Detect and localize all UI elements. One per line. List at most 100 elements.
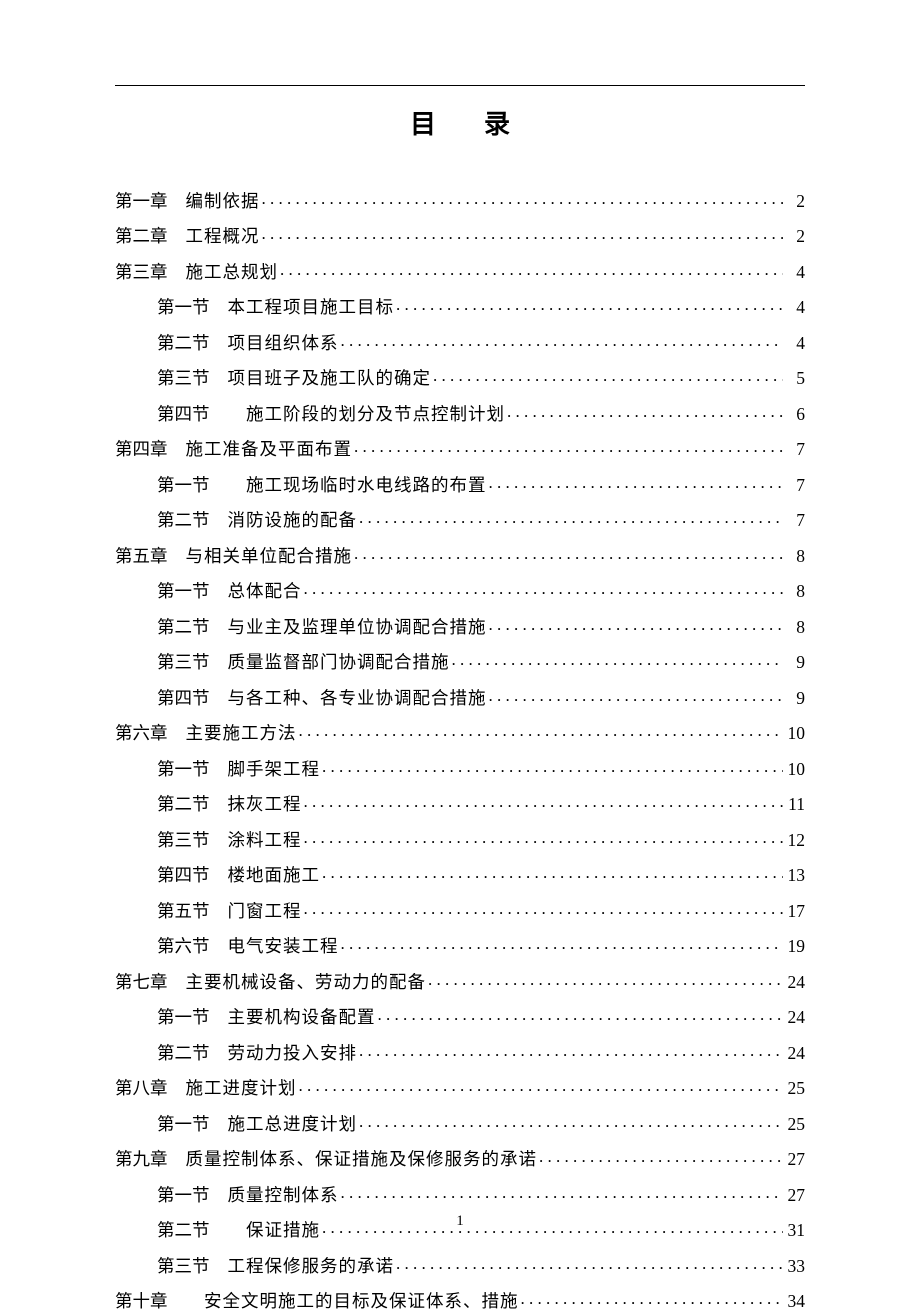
toc-entry[interactable]: 第三章施工总规划4 <box>115 260 805 281</box>
header-rule <box>115 85 805 86</box>
toc-entry[interactable]: 第六章主要施工方法10 <box>115 722 805 743</box>
toc-entry[interactable]: 第一节主要机构设备配置24 <box>115 1006 805 1027</box>
toc-chapter-label: 第九章 <box>115 1151 168 1169</box>
toc-chapter-label: 第三节 <box>157 1258 210 1276</box>
toc-entry[interactable]: 第七章主要机械设备、劳动力的配备24 <box>115 970 805 991</box>
toc-entry[interactable]: 第一节施工总进度计划25 <box>115 1112 805 1133</box>
toc-chapter-label: 第四章 <box>115 441 168 459</box>
toc-entry[interactable]: 第二节消防设施的配备7 <box>115 509 805 530</box>
toc-leader-dots <box>341 935 784 953</box>
toc-chapter-label: 第二节 <box>157 335 210 353</box>
toc-leader-dots <box>304 793 784 811</box>
toc-leader-dots <box>489 615 784 633</box>
toc-entry[interactable]: 第六节电气安装工程 19 <box>115 935 805 956</box>
toc-entry-title: 电气安装工程 <box>228 938 339 956</box>
toc-entry-title: 劳动力投入安排 <box>228 1045 358 1063</box>
toc-entry[interactable]: 第一节 施工现场临时水电线路的布置7 <box>115 473 805 494</box>
toc-page-number: 27 <box>785 1187 805 1205</box>
toc-chapter-label: 第一节 <box>157 761 210 779</box>
toc-entry-title: 质量控制体系、保证措施及保修服务的承诺 <box>186 1151 538 1169</box>
toc-entry-title: 消防设施的配备 <box>228 512 358 530</box>
toc-chapter-label: 第一节 <box>157 583 210 601</box>
toc-leader-dots <box>341 1183 784 1201</box>
toc-leader-dots <box>378 1006 784 1024</box>
toc-leader-dots <box>359 509 783 527</box>
toc-chapter-label: 第四节 <box>157 867 210 885</box>
toc-entry[interactable]: 第八章施工进度计划25 <box>115 1077 805 1098</box>
toc-entry-title: 与相关单位配合措施 <box>186 548 353 566</box>
toc-chapter-label: 第一节 <box>157 1116 210 1134</box>
toc-leader-dots <box>262 225 784 243</box>
toc-page-number: 6 <box>785 406 805 424</box>
toc-page-number: 25 <box>785 1116 805 1134</box>
toc-entry[interactable]: 第十章 安全文明施工的目标及保证体系、措施34 <box>115 1290 805 1311</box>
toc-page-number: 5 <box>785 370 805 388</box>
toc-entry[interactable]: 第五章与相关单位配合措施8 <box>115 544 805 565</box>
toc-entry[interactable]: 第一节本工程项目施工目标4 <box>115 296 805 317</box>
toc-entry-title: 与各工种、各专业协调配合措施 <box>228 690 487 708</box>
toc-page-number: 10 <box>785 761 805 779</box>
toc-entry[interactable]: 第一章编制依据2 <box>115 189 805 210</box>
toc-entry-title: 施工总规划 <box>186 264 279 282</box>
toc-leader-dots <box>304 899 784 917</box>
toc-entry-title: 施工进度计划 <box>186 1080 297 1098</box>
toc-leader-dots <box>521 1290 784 1308</box>
toc-chapter-label: 第六节 <box>157 938 210 956</box>
toc-entry[interactable]: 第三节质量监督部门协调配合措施9 <box>115 651 805 672</box>
toc-entry[interactable]: 第二章工程概况2 <box>115 225 805 246</box>
toc-page-number: 4 <box>785 264 805 282</box>
toc-leader-dots <box>359 1112 783 1130</box>
page-title: 目录 <box>115 104 805 141</box>
toc-leader-dots <box>322 757 783 775</box>
toc-leader-dots <box>396 296 783 314</box>
toc-entry[interactable]: 第四节与各工种、各专业协调配合措施 9 <box>115 686 805 707</box>
toc-entry-title: 与业主及监理单位协调配合措施 <box>228 619 487 637</box>
toc-leader-dots <box>304 580 784 598</box>
toc-entry[interactable]: 第五节门窗工程17 <box>115 899 805 920</box>
toc-page-number: 12 <box>785 832 805 850</box>
toc-page-number: 2 <box>785 228 805 246</box>
toc-entry[interactable]: 第九章质量控制体系、保证措施及保修服务的承诺27 <box>115 1148 805 1169</box>
toc-entry-title: 楼地面施工 <box>228 867 321 885</box>
toc-chapter-label: 第二章 <box>115 228 168 246</box>
toc-page-number: 10 <box>785 725 805 743</box>
page-number-footer: 1 <box>0 1213 920 1230</box>
toc-entry[interactable]: 第四章施工准备及平面布置7 <box>115 438 805 459</box>
toc-leader-dots <box>341 331 784 349</box>
toc-entry-title: 门窗工程 <box>228 903 302 921</box>
toc-entry-title: 主要机构设备配置 <box>228 1009 376 1027</box>
toc-entry[interactable]: 第三节涂料工程12 <box>115 828 805 849</box>
toc-leader-dots <box>433 367 783 385</box>
toc-entry[interactable]: 第二节项目组织体系4 <box>115 331 805 352</box>
toc-entry[interactable]: 第一节脚手架工程 10 <box>115 757 805 778</box>
toc-entry-title: 施工准备及平面布置 <box>186 441 353 459</box>
toc-entry[interactable]: 第二节抹灰工程11 <box>115 793 805 814</box>
toc-entry[interactable]: 第二节劳动力投入安排24 <box>115 1041 805 1062</box>
toc-chapter-label: 第八章 <box>115 1080 168 1098</box>
toc-entry-title: 主要机械设备、劳动力的配备 <box>186 974 427 992</box>
toc-chapter-label: 第二节 <box>157 512 210 530</box>
toc-page-number: 33 <box>785 1258 805 1276</box>
toc-entry-title: 质量监督部门协调配合措施 <box>228 654 450 672</box>
toc-entry-title: 施工阶段的划分及节点控制计划 <box>228 406 506 424</box>
toc-entry[interactable]: 第三节项目班子及施工队的确定5 <box>115 367 805 388</box>
table-of-contents: 第一章编制依据2第二章工程概况2第三章施工总规划4第一节本工程项目施工目标4第二… <box>115 189 805 1311</box>
toc-leader-dots <box>322 864 783 882</box>
toc-entry[interactable]: 第四节 施工阶段的划分及节点控制计划6 <box>115 402 805 423</box>
toc-chapter-label: 第六章 <box>115 725 168 743</box>
toc-page-number: 19 <box>785 938 805 956</box>
toc-entry[interactable]: 第一节质量控制体系27 <box>115 1183 805 1204</box>
toc-entry-title: 项目组织体系 <box>228 335 339 353</box>
toc-entry[interactable]: 第四节楼地面施工13 <box>115 864 805 885</box>
toc-leader-dots <box>507 402 783 420</box>
toc-page-number: 11 <box>785 796 805 814</box>
toc-entry-title: 抹灰工程 <box>228 796 302 814</box>
toc-leader-dots <box>304 828 784 846</box>
toc-entry[interactable]: 第三节工程保修服务的承诺33 <box>115 1254 805 1275</box>
toc-page-number: 9 <box>785 690 805 708</box>
toc-entry[interactable]: 第一节总体配合8 <box>115 580 805 601</box>
toc-entry[interactable]: 第二节与业主及监理单位协调配合措施8 <box>115 615 805 636</box>
toc-entry-title: 脚手架工程 <box>228 761 321 779</box>
toc-chapter-label: 第四节 <box>157 690 210 708</box>
toc-leader-dots <box>354 544 783 562</box>
